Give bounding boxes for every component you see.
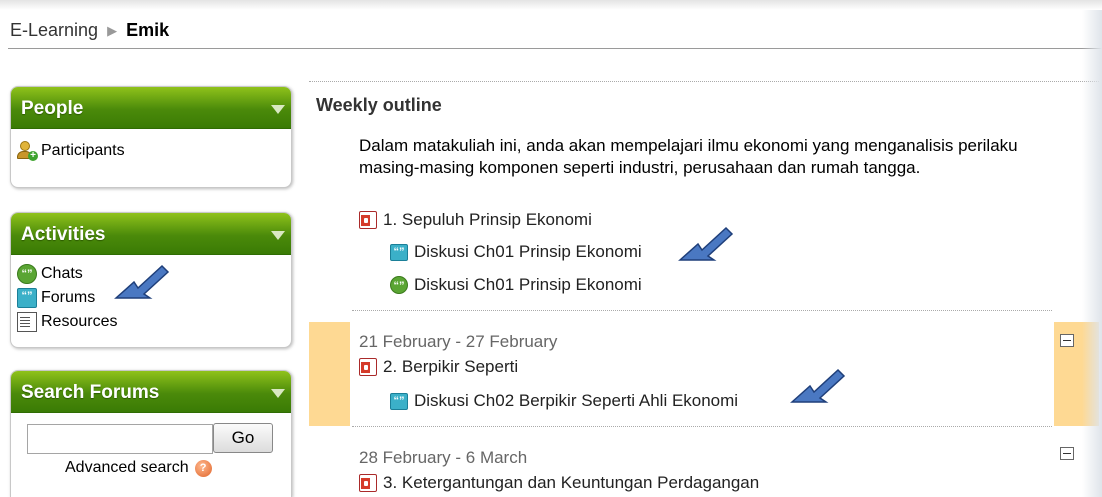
sidebar-item-label: Forums bbox=[41, 289, 96, 306]
current-week-highlight-left bbox=[309, 322, 350, 426]
activity-label: Diskusi Ch01 Prinsip Ekonomi bbox=[414, 275, 642, 294]
people-block-title: People bbox=[21, 98, 84, 119]
section-divider bbox=[352, 426, 1052, 427]
advanced-search-link[interactable]: Advanced search bbox=[65, 459, 189, 477]
activity-label: 3. Ketergantungan dan Keuntungan Perdaga… bbox=[383, 473, 760, 492]
powerpoint-icon bbox=[359, 211, 377, 229]
people-block: People + Participants bbox=[10, 86, 292, 188]
forum-icon: “” bbox=[390, 243, 408, 261]
resource-link-1[interactable]: 1. Sepuluh Prinsip Ekonomi bbox=[359, 210, 592, 230]
breadcrumb-home-link[interactable]: E-Learning bbox=[10, 20, 98, 40]
help-icon[interactable]: ? bbox=[194, 459, 212, 477]
header-divider bbox=[8, 48, 1102, 49]
annotation-arrow-icon bbox=[790, 368, 846, 403]
search-forums-block-title: Search Forums bbox=[21, 382, 160, 403]
sidebar-item-resources[interactable]: Resources bbox=[17, 310, 285, 334]
chat-link-ch01[interactable]: “” Diskusi Ch01 Prinsip Ekonomi bbox=[390, 275, 642, 295]
breadcrumb-current: Emik bbox=[126, 20, 170, 40]
people-block-header: People bbox=[11, 87, 291, 129]
search-forums-block: Search Forums Go Advanced search ? bbox=[10, 370, 292, 497]
search-forums-input[interactable] bbox=[27, 424, 213, 454]
resource-link-3[interactable]: 3. Ketergantungan dan Keuntungan Perdaga… bbox=[359, 473, 759, 493]
forum-icon: “” bbox=[390, 392, 408, 410]
right-edge-shadow bbox=[1082, 10, 1102, 497]
course-summary: Dalam matakuliah ini, anda akan mempelaj… bbox=[359, 136, 1018, 177]
week-date: 28 February - 6 March bbox=[359, 448, 528, 467]
annotation-arrow-icon bbox=[678, 226, 734, 261]
weekly-outline-title: Weekly outline bbox=[316, 95, 442, 115]
resource-link-2[interactable]: 2. Berpikir Seperti bbox=[359, 357, 518, 377]
go-button[interactable]: Go bbox=[213, 423, 273, 453]
collapse-week-icon[interactable] bbox=[1060, 334, 1074, 347]
powerpoint-icon bbox=[359, 358, 377, 376]
collapse-triangle-icon[interactable] bbox=[271, 105, 285, 114]
activities-block-title: Activities bbox=[21, 224, 106, 245]
sidebar-item-label: Resources bbox=[41, 313, 118, 330]
activities-block-header: Activities bbox=[11, 213, 291, 255]
powerpoint-icon bbox=[359, 474, 377, 492]
chat-icon: “” bbox=[390, 276, 408, 294]
forum-link-ch02[interactable]: “” Diskusi Ch02 Berpikir Seperti Ahli Ek… bbox=[390, 391, 738, 411]
advanced-search-link-row: Advanced search ? bbox=[65, 459, 212, 477]
collapse-week-icon[interactable] bbox=[1060, 447, 1074, 460]
chat-icon: “” bbox=[17, 264, 37, 284]
activity-label: 2. Berpikir Seperti bbox=[383, 357, 519, 376]
sidebar-item-label: Chats bbox=[41, 265, 83, 282]
forum-icon: “” bbox=[17, 288, 37, 308]
collapse-triangle-icon[interactable] bbox=[271, 389, 285, 398]
breadcrumb: E-Learning ▶ Emik bbox=[10, 20, 169, 41]
week-date: 21 February - 27 February bbox=[359, 332, 558, 351]
collapse-triangle-icon[interactable] bbox=[271, 231, 285, 240]
resource-icon bbox=[17, 312, 37, 332]
activity-label: Diskusi Ch02 Berpikir Seperti Ahli Ekono… bbox=[414, 391, 739, 410]
activity-label: Diskusi Ch01 Prinsip Ekonomi bbox=[414, 242, 642, 261]
top-shadow bbox=[0, 0, 1102, 10]
forum-link-ch01[interactable]: “” Diskusi Ch01 Prinsip Ekonomi bbox=[390, 242, 642, 262]
section-divider bbox=[352, 310, 1052, 311]
sidebar-item-label: Participants bbox=[41, 142, 125, 159]
participants-icon: + bbox=[17, 141, 38, 161]
sidebar-item-participants[interactable]: + Participants bbox=[17, 139, 285, 163]
search-forums-block-header: Search Forums bbox=[11, 371, 291, 413]
section-divider bbox=[309, 81, 1099, 82]
activity-label: 1. Sepuluh Prinsip Ekonomi bbox=[383, 210, 592, 229]
breadcrumb-separator-icon: ▶ bbox=[107, 23, 118, 38]
annotation-arrow-icon bbox=[114, 264, 170, 299]
